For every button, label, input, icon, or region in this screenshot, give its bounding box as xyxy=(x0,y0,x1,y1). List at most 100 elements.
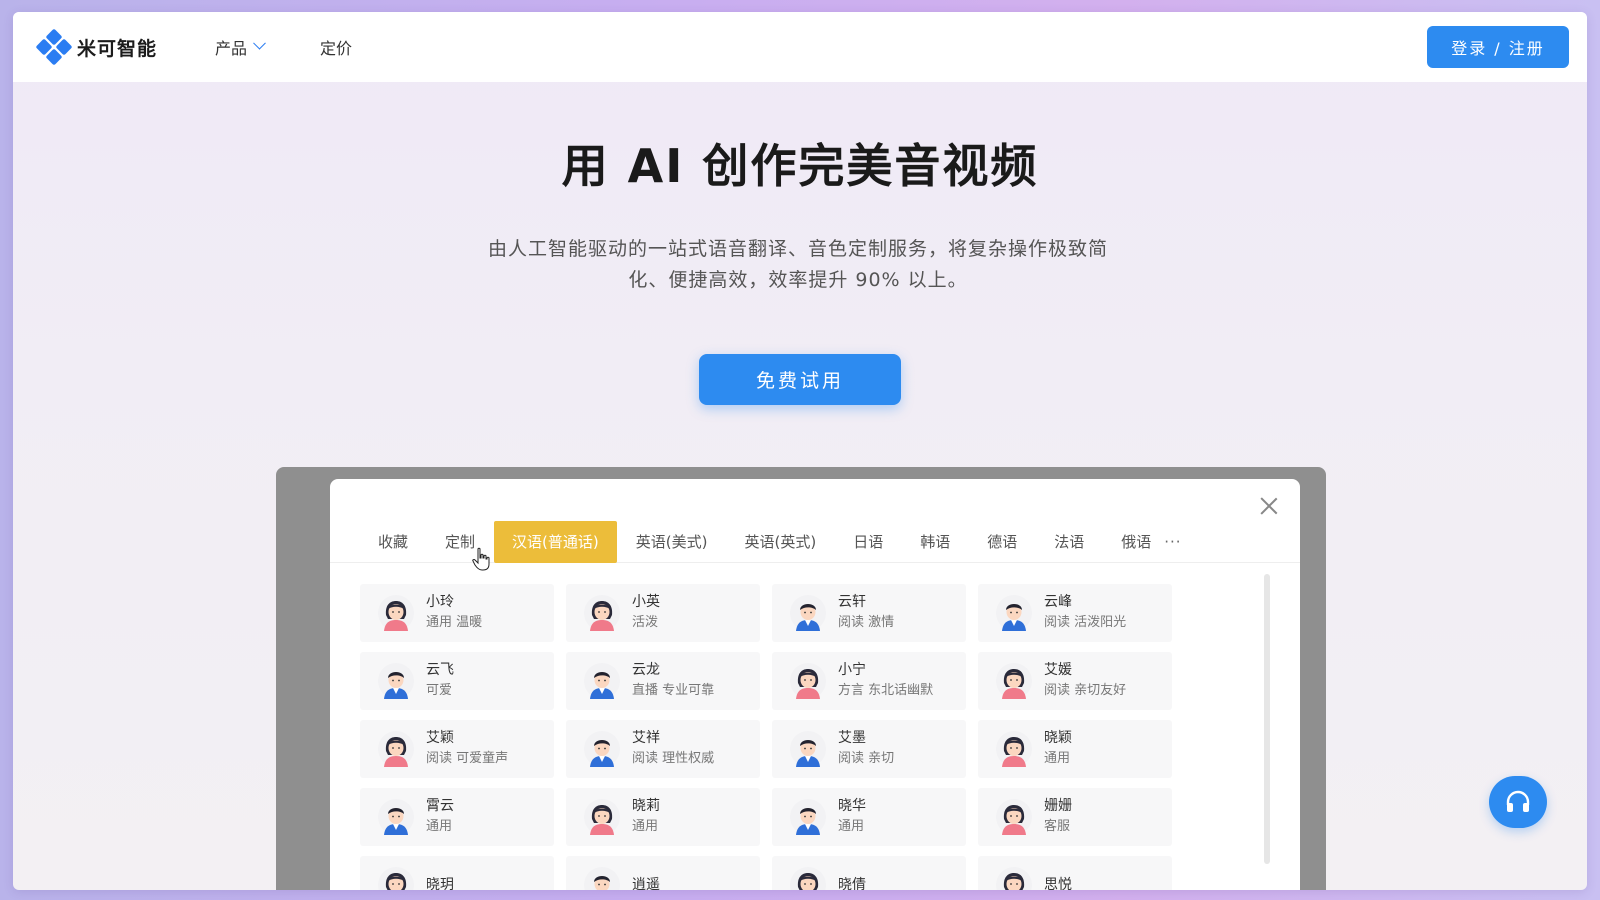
tab-japanese[interactable]: 日语 xyxy=(835,521,901,563)
voice-name: 姗姗 xyxy=(1044,798,1072,814)
voice-card-text: 艾颖 阅读 可爱童声 xyxy=(426,729,508,769)
male-avatar-icon xyxy=(378,799,414,835)
tab-english-us[interactable]: 英语(美式) xyxy=(618,521,726,563)
voice-select-dialog: 收藏 定制 汉语(普通话) 英语(美式) 英语(英式) 日语 韩语 德语 法语 … xyxy=(330,479,1300,890)
voice-card-text: 晓华 通用 xyxy=(838,797,866,837)
hero-title: 用 AI 创作完美音视频 xyxy=(561,139,1039,193)
more-tabs-icon[interactable]: ··· xyxy=(1164,533,1181,551)
voice-card[interactable]: 小英 活泼 xyxy=(566,584,760,642)
voice-tags: 通用 xyxy=(632,819,659,834)
voice-card[interactable]: 霄云 通用 xyxy=(360,788,554,846)
voice-card[interactable]: 晓莉 通用 xyxy=(566,788,760,846)
voice-card-text: 霄云 通用 xyxy=(426,797,454,837)
voice-card-text: 晓玥 xyxy=(426,876,454,891)
male-avatar-icon xyxy=(790,595,826,631)
nav-item-label: 产品 xyxy=(215,39,248,58)
female-avatar-icon xyxy=(378,595,414,631)
voice-tags: 直播 专业可靠 xyxy=(632,683,715,698)
voice-tags: 通用 xyxy=(426,819,453,834)
voice-card[interactable]: 云轩 阅读 激情 xyxy=(772,584,966,642)
voice-tags: 阅读 活泼阳光 xyxy=(1044,615,1127,630)
voice-card[interactable]: 逍遥 xyxy=(566,856,760,890)
voice-card-text: 姗姗 客服 xyxy=(1044,797,1072,837)
voice-tags: 阅读 亲切友好 xyxy=(1044,683,1127,698)
tab-german[interactable]: 德语 xyxy=(969,521,1035,563)
hero-subtitle-line: 由人工智能驱动的一站式语音翻译、音色定制服务，将复杂操作极致简 xyxy=(487,238,1108,260)
product-demo-frame: 收藏 定制 汉语(普通话) 英语(美式) 英语(英式) 日语 韩语 德语 法语 … xyxy=(276,467,1326,890)
female-avatar-icon xyxy=(790,867,826,890)
dialog-scrollbar[interactable] xyxy=(1264,574,1270,864)
voice-name: 晓玥 xyxy=(426,876,454,891)
voice-name: 晓莉 xyxy=(632,798,660,814)
male-avatar-icon xyxy=(790,731,826,767)
login-register-button[interactable]: 登录 / 注册 xyxy=(1427,26,1569,68)
headset-icon xyxy=(1506,790,1530,812)
voice-card[interactable]: 云飞 可爱 xyxy=(360,652,554,710)
tab-english-uk[interactable]: 英语(英式) xyxy=(726,521,834,563)
voice-card[interactable]: 姗姗 客服 xyxy=(978,788,1172,846)
voice-name: 云飞 xyxy=(426,662,454,678)
voice-name: 艾媛 xyxy=(1044,662,1072,678)
voice-card[interactable]: 云龙 直播 专业可靠 xyxy=(566,652,760,710)
voice-card-text: 艾祥 阅读 理性权威 xyxy=(632,729,714,769)
voice-tags: 方言 东北话幽默 xyxy=(838,683,934,698)
brand-name: 米可智能 xyxy=(77,37,158,60)
voice-card[interactable]: 晓华 通用 xyxy=(772,788,966,846)
female-avatar-icon xyxy=(996,663,1032,699)
voice-card[interactable]: 云峰 阅读 活泼阳光 xyxy=(978,584,1172,642)
male-avatar-icon xyxy=(378,663,414,699)
voice-card[interactable]: 艾媛 阅读 亲切友好 xyxy=(978,652,1172,710)
voice-name: 晓倩 xyxy=(838,876,866,891)
voice-card[interactable]: 艾祥 阅读 理性权威 xyxy=(566,720,760,778)
voice-card[interactable]: 晓玥 xyxy=(360,856,554,890)
voice-name: 艾祥 xyxy=(632,730,660,746)
main-nav: 产品 定价 xyxy=(215,35,408,59)
voice-tags: 阅读 亲切 xyxy=(838,751,895,766)
tab-russian[interactable]: 俄语 xyxy=(1103,521,1157,563)
tab-french[interactable]: 法语 xyxy=(1036,521,1102,563)
voice-card[interactable]: 晓倩 xyxy=(772,856,966,890)
voice-card-text: 艾媛 阅读 亲切友好 xyxy=(1044,661,1126,701)
voice-card[interactable]: 小玲 通用 温暖 xyxy=(360,584,554,642)
voice-tags: 可爱 xyxy=(426,683,453,698)
voice-card-text: 逍遥 xyxy=(632,876,660,891)
tab-korean[interactable]: 韩语 xyxy=(902,521,968,563)
female-avatar-icon xyxy=(378,867,414,890)
female-avatar-icon xyxy=(378,731,414,767)
voice-name: 艾颖 xyxy=(426,730,454,746)
male-avatar-icon xyxy=(790,799,826,835)
voice-card[interactable]: 艾颖 阅读 可爱童声 xyxy=(360,720,554,778)
voice-tags: 阅读 激情 xyxy=(838,615,895,630)
voice-card-text: 小英 活泼 xyxy=(632,593,660,633)
brand-logo[interactable]: 米可智能 xyxy=(35,28,158,66)
voice-name: 思悦 xyxy=(1044,876,1072,891)
voice-card-text: 小宁 方言 东北话幽默 xyxy=(838,661,933,701)
voice-name: 云轩 xyxy=(838,594,866,610)
female-avatar-icon xyxy=(584,595,620,631)
voice-card[interactable]: 艾墨 阅读 亲切 xyxy=(772,720,966,778)
voice-card-text: 云飞 可爱 xyxy=(426,661,454,701)
voice-card[interactable]: 思悦 xyxy=(978,856,1172,890)
hero-subtitle: 由人工智能驱动的一站式语音翻译、音色定制服务，将复杂操作极致简 化、便捷高效，效… xyxy=(453,234,1143,296)
free-trial-button[interactable]: 免费试用 xyxy=(699,354,901,405)
female-avatar-icon xyxy=(996,799,1032,835)
voice-card[interactable]: 小宁 方言 东北话幽默 xyxy=(772,652,966,710)
voice-card-text: 晓莉 通用 xyxy=(632,797,660,837)
nav-item-pricing[interactable]: 定价 xyxy=(320,35,352,59)
voice-tags: 阅读 理性权威 xyxy=(632,751,715,766)
voice-card[interactable]: 晓颖 通用 xyxy=(978,720,1172,778)
voice-tags: 阅读 可爱童声 xyxy=(426,751,509,766)
voice-name: 晓华 xyxy=(838,798,866,814)
voice-name: 逍遥 xyxy=(632,876,660,891)
tab-favorites[interactable]: 收藏 xyxy=(360,521,426,563)
female-avatar-icon xyxy=(790,663,826,699)
voice-name: 晓颖 xyxy=(1044,730,1072,746)
voice-card-text: 云龙 直播 专业可靠 xyxy=(632,661,714,701)
nav-item-products[interactable]: 产品 xyxy=(215,35,266,59)
close-icon[interactable] xyxy=(1258,495,1280,517)
voice-tags: 客服 xyxy=(1044,819,1071,834)
tab-mandarin[interactable]: 汉语(普通话) xyxy=(494,520,617,563)
customer-support-button[interactable] xyxy=(1489,776,1547,828)
voice-name: 艾墨 xyxy=(838,730,866,746)
voice-tags: 活泼 xyxy=(632,615,659,630)
